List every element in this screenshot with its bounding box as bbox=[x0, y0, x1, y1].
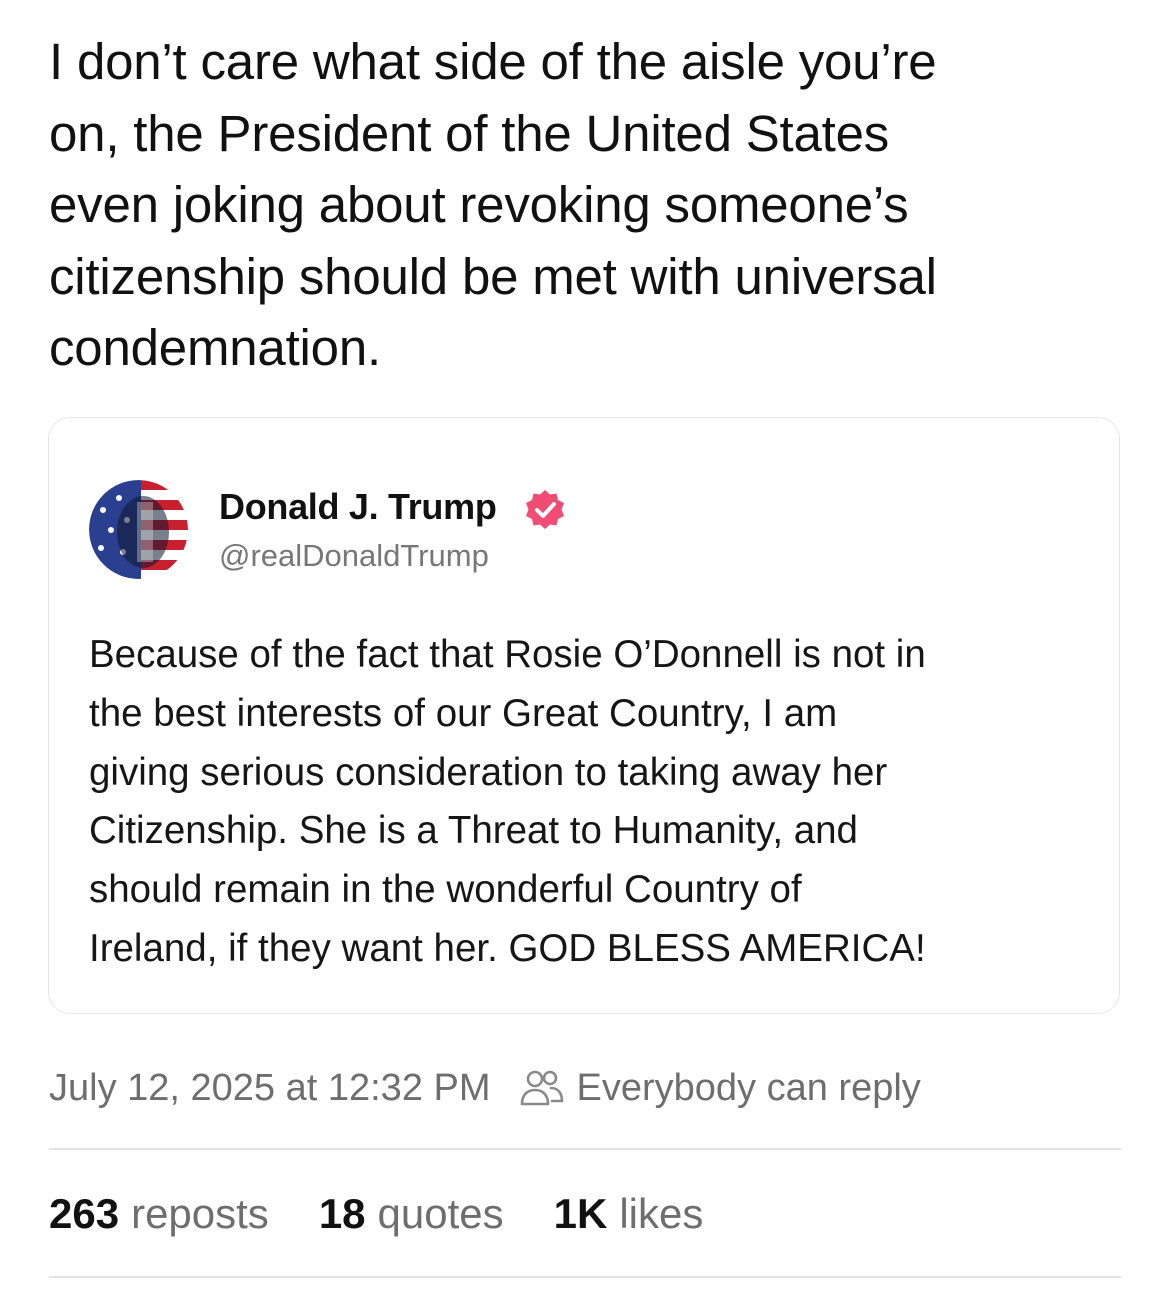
post-text: I don’t care what side of the aisle you’… bbox=[49, 33, 937, 376]
quotes-stat[interactable]: 18 quotes bbox=[319, 1190, 504, 1238]
likes-label: likes bbox=[619, 1190, 704, 1237]
reposts-count: 263 bbox=[49, 1190, 120, 1237]
quoted-post-text: Because of the fact that Rosie O’Donnell… bbox=[89, 633, 926, 970]
verified-badge-icon bbox=[526, 490, 564, 529]
avatar[interactable] bbox=[89, 480, 188, 579]
reposts-label: reposts bbox=[131, 1190, 269, 1237]
post-timestamp[interactable]: July 12, 2025 at 12:32 PM bbox=[49, 1067, 491, 1110]
post-meta: July 12, 2025 at 12:32 PM Everybody can … bbox=[49, 1064, 921, 1112]
quotes-count: 18 bbox=[318, 1190, 366, 1237]
quotes-label: quotes bbox=[377, 1190, 504, 1237]
author-name[interactable]: Donald J. Trump bbox=[219, 486, 497, 528]
reply-setting[interactable]: Everybody can reply bbox=[577, 1067, 921, 1110]
author-handle[interactable]: @realDonaldTrump bbox=[219, 538, 489, 574]
likes-count: 1K bbox=[553, 1190, 608, 1237]
engagement-stats: 263 reposts 18 quotes 1K likes bbox=[49, 1186, 753, 1242]
divider bbox=[49, 1148, 1121, 1150]
quoted-post-card[interactable]: Donald J. Trump @realDonaldTrump Because… bbox=[48, 417, 1120, 1014]
reposts-stat[interactable]: 263 reposts bbox=[49, 1190, 269, 1238]
people-icon bbox=[520, 1070, 563, 1106]
likes-stat[interactable]: 1K likes bbox=[554, 1190, 704, 1238]
divider bbox=[49, 1276, 1121, 1278]
